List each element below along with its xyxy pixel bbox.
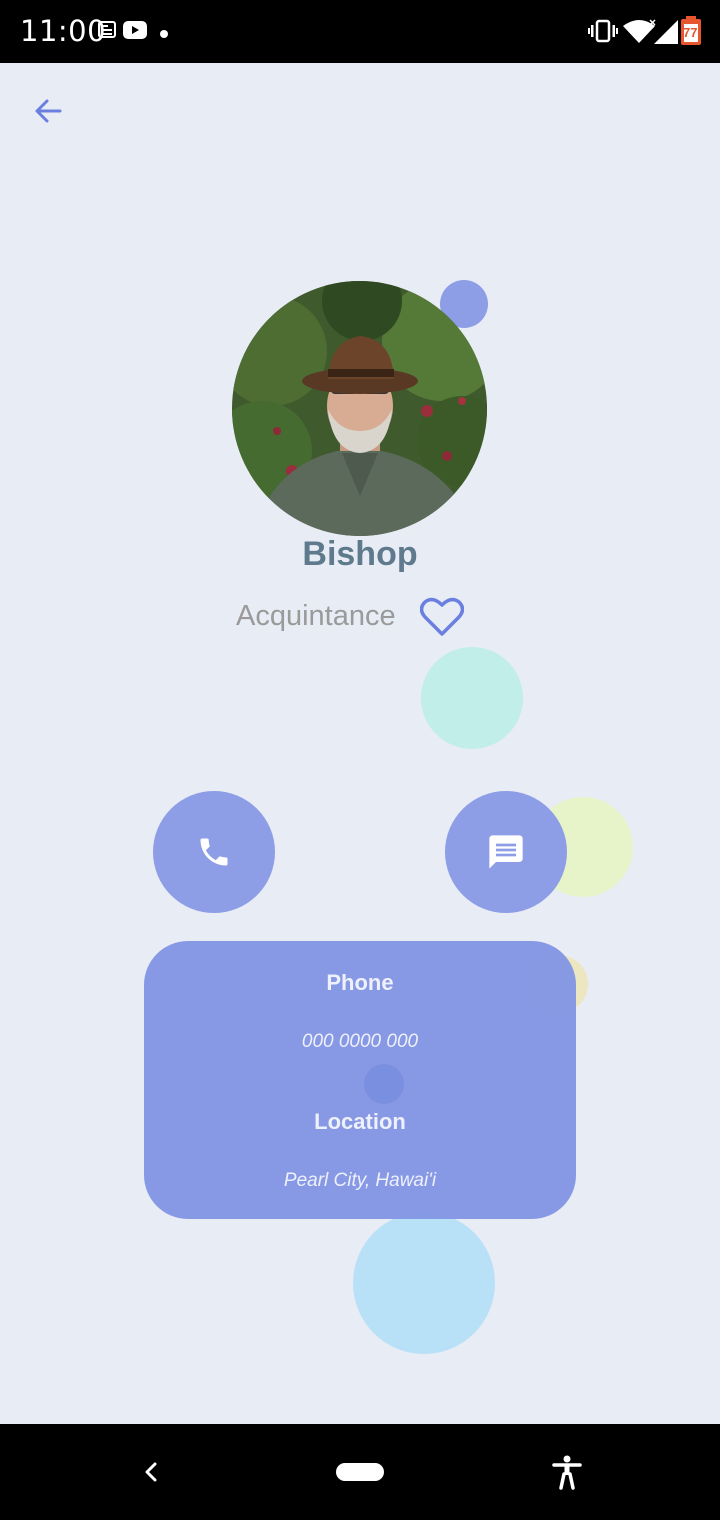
system-nav-bar bbox=[0, 1424, 720, 1520]
news-icon bbox=[98, 20, 118, 45]
accessibility-button[interactable] bbox=[550, 1454, 584, 1490]
wifi-icon bbox=[622, 18, 656, 49]
contact-relation: Acquintance bbox=[236, 600, 396, 632]
location-value: Pearl City, Hawai'i bbox=[283, 1170, 437, 1191]
nav-back-button[interactable] bbox=[136, 1456, 166, 1488]
contact-details-card: Phone 000 0000 000 Location Pearl City, … bbox=[144, 941, 576, 1219]
signal-icon bbox=[654, 20, 678, 49]
dot-icon bbox=[159, 26, 169, 44]
favorite-heart-icon[interactable] bbox=[419, 597, 465, 637]
decor-bubble-light-blue bbox=[353, 1212, 495, 1354]
accessibility-icon bbox=[552, 1455, 582, 1490]
contact-name: Bishop bbox=[302, 535, 418, 573]
message-button[interactable] bbox=[445, 791, 567, 913]
back-button[interactable] bbox=[24, 87, 72, 135]
contact-avatar bbox=[232, 281, 487, 536]
message-icon bbox=[489, 835, 523, 869]
status-bar: 11:00 77 bbox=[0, 0, 720, 63]
phone-label: Phone bbox=[326, 970, 394, 995]
decor-bubble-card bbox=[364, 1064, 404, 1104]
decor-bubble-teal bbox=[421, 647, 523, 749]
youtube-icon bbox=[123, 21, 147, 44]
phone-value: 000 0000 000 bbox=[301, 1031, 419, 1052]
arrow-back-icon bbox=[35, 99, 62, 123]
battery-icon: 77 bbox=[680, 16, 702, 51]
location-label: Location bbox=[314, 1109, 406, 1134]
call-button[interactable] bbox=[153, 791, 275, 913]
phone-icon bbox=[200, 838, 228, 866]
nav-home-button[interactable] bbox=[336, 1463, 384, 1481]
chevron-left-icon bbox=[145, 1462, 157, 1482]
status-time: 11:00 bbox=[20, 14, 107, 48]
battery-level: 77 bbox=[683, 25, 698, 40]
vibrate-icon bbox=[588, 18, 618, 49]
contact-detail-screen: Bishop Acquintance Phone 000 0000 000 Lo… bbox=[0, 63, 720, 1424]
